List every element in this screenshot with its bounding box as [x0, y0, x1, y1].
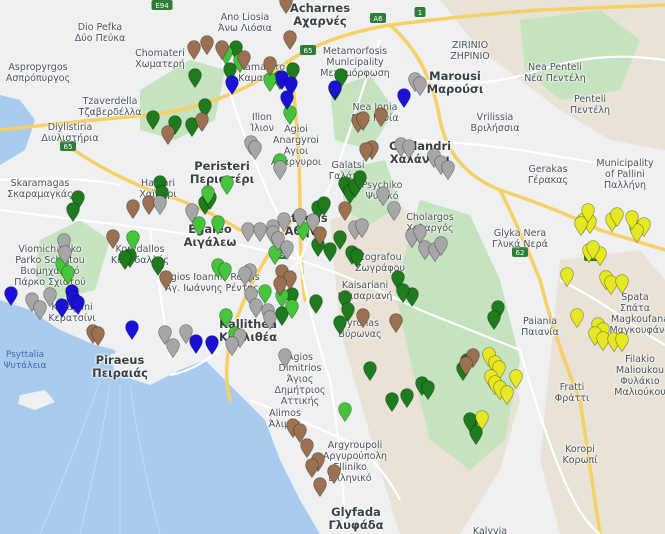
map-marker-gray[interactable] [278, 348, 292, 368]
map-marker-light-green[interactable] [338, 402, 352, 422]
map-marker-dark-green[interactable] [400, 388, 414, 408]
map-marker-dark-green[interactable] [309, 294, 323, 314]
map-marker-yellow[interactable] [610, 207, 624, 227]
road-shield-a6: A6 [370, 13, 386, 23]
map-marker-brown[interactable] [359, 142, 373, 162]
map-marker-brown[interactable] [279, 0, 293, 14]
map-marker-brown[interactable] [215, 40, 229, 60]
map-marker-yellow[interactable] [615, 274, 629, 294]
map-marker-yellow[interactable] [570, 308, 584, 328]
map-marker-brown[interactable] [273, 276, 287, 296]
map-marker-dark-green[interactable] [487, 310, 501, 330]
map-marker-light-green[interactable] [219, 308, 233, 328]
map-marker-dark-green[interactable] [421, 380, 435, 400]
map-marker-brown[interactable] [313, 477, 327, 497]
map-marker-light-green[interactable] [126, 230, 140, 250]
road-shield-a65-north: 65 [300, 45, 316, 55]
map-marker-gray[interactable] [434, 236, 448, 256]
map-marker-brown[interactable] [389, 313, 403, 333]
map-marker-brown[interactable] [91, 326, 105, 346]
map-marker-gray[interactable] [153, 195, 167, 215]
map-marker-dark-green[interactable] [333, 315, 347, 335]
map-marker-light-green[interactable] [285, 299, 299, 319]
map-marker-yellow[interactable] [625, 210, 639, 230]
map-marker-brown[interactable] [283, 30, 297, 50]
map-marker-gray[interactable] [253, 222, 267, 242]
map-marker-light-green[interactable] [218, 262, 232, 282]
map-marker-brown[interactable] [459, 356, 473, 376]
map-marker-light-green[interactable] [201, 185, 215, 205]
map-marker-yellow[interactable] [560, 267, 574, 287]
map-marker-blue[interactable] [225, 75, 239, 95]
road-shield-label: 65 [64, 143, 73, 151]
map-marker-dark-green[interactable] [146, 110, 160, 130]
map-marker-gray[interactable] [185, 203, 199, 223]
map-marker-brown[interactable] [200, 35, 214, 55]
map-marker-yellow[interactable] [475, 410, 489, 430]
map-marker-brown[interactable] [237, 50, 251, 70]
map-marker-gray[interactable] [273, 160, 287, 180]
map-marker-brown[interactable] [126, 199, 140, 219]
map-marker-dark-green[interactable] [188, 68, 202, 88]
map-marker-gray[interactable] [280, 240, 294, 260]
map-marker-brown[interactable] [159, 270, 173, 290]
road-shield-label: 1 [418, 9, 422, 17]
road-shield-label: 65 [304, 47, 313, 55]
map-marker-dark-green[interactable] [350, 248, 364, 268]
map-marker-blue[interactable] [397, 88, 411, 108]
road-shield-label: 62 [516, 249, 525, 257]
map-marker-brown[interactable] [327, 464, 341, 484]
map-marker-yellow[interactable] [500, 385, 514, 405]
map-marker-dark-green[interactable] [66, 202, 80, 222]
road-shield-label: E94 [155, 2, 169, 10]
map-marker-blue[interactable] [4, 286, 18, 306]
map-marker-gray[interactable] [263, 310, 277, 330]
map-marker-gray[interactable] [158, 325, 172, 345]
map-marker-brown[interactable] [195, 112, 209, 132]
road-shield-a62: 62 [512, 247, 528, 257]
road-shield-a1: 1 [414, 7, 426, 17]
map-marker-blue[interactable] [189, 334, 203, 354]
map-marker-gray[interactable] [413, 76, 427, 96]
map-marker-gray[interactable] [402, 139, 416, 159]
map-marker-yellow[interactable] [586, 240, 600, 260]
map-marker-light-green[interactable] [211, 215, 225, 235]
map-marker-brown[interactable] [374, 107, 388, 127]
map-marker-gray[interactable] [355, 218, 369, 238]
map-marker-gray[interactable] [238, 266, 252, 286]
map-marker-gray[interactable] [306, 213, 320, 233]
map-marker-gray[interactable] [441, 160, 455, 180]
map-marker-brown[interactable] [106, 229, 120, 249]
road-shield-e94: E94 [151, 0, 173, 10]
map-marker-yellow[interactable] [615, 332, 629, 352]
road-shield-label: A6 [373, 15, 383, 23]
map-marker-brown[interactable] [338, 201, 352, 221]
map-marker-dark-green[interactable] [363, 361, 377, 381]
map-marker-blue[interactable] [205, 335, 219, 355]
map-marker-light-green[interactable] [220, 175, 234, 195]
map-marker-dark-green[interactable] [385, 392, 399, 412]
map-marker-brown[interactable] [356, 308, 370, 328]
map-marker-blue[interactable] [328, 80, 342, 100]
map-marker-blue[interactable] [125, 320, 139, 340]
map-marker-yellow[interactable] [581, 203, 595, 223]
map-marker-light-green[interactable] [61, 265, 75, 285]
map-canvas[interactable]: E946565A6648162 Ano Liosia Άνω ΛιόσιαAch… [0, 0, 665, 534]
map-marker-blue[interactable] [71, 295, 85, 315]
map-marker-gray[interactable] [225, 336, 239, 356]
map-marker-dark-green[interactable] [353, 170, 367, 190]
map-marker-gray[interactable] [293, 208, 307, 228]
road-shield-a65-west: 65 [60, 141, 76, 151]
map-marker-gray[interactable] [387, 201, 401, 221]
map-marker-brown[interactable] [161, 125, 175, 145]
map-marker-gray[interactable] [58, 245, 72, 265]
map-marker-brown[interactable] [187, 40, 201, 60]
map-marker-blue[interactable] [280, 90, 294, 110]
map-marker-brown[interactable] [305, 458, 319, 478]
map-marker-gray[interactable] [248, 140, 262, 160]
map-marker-dark-green[interactable] [396, 283, 410, 303]
map-marker-brown[interactable] [356, 111, 370, 131]
map-marker-dark-green[interactable] [118, 250, 132, 270]
